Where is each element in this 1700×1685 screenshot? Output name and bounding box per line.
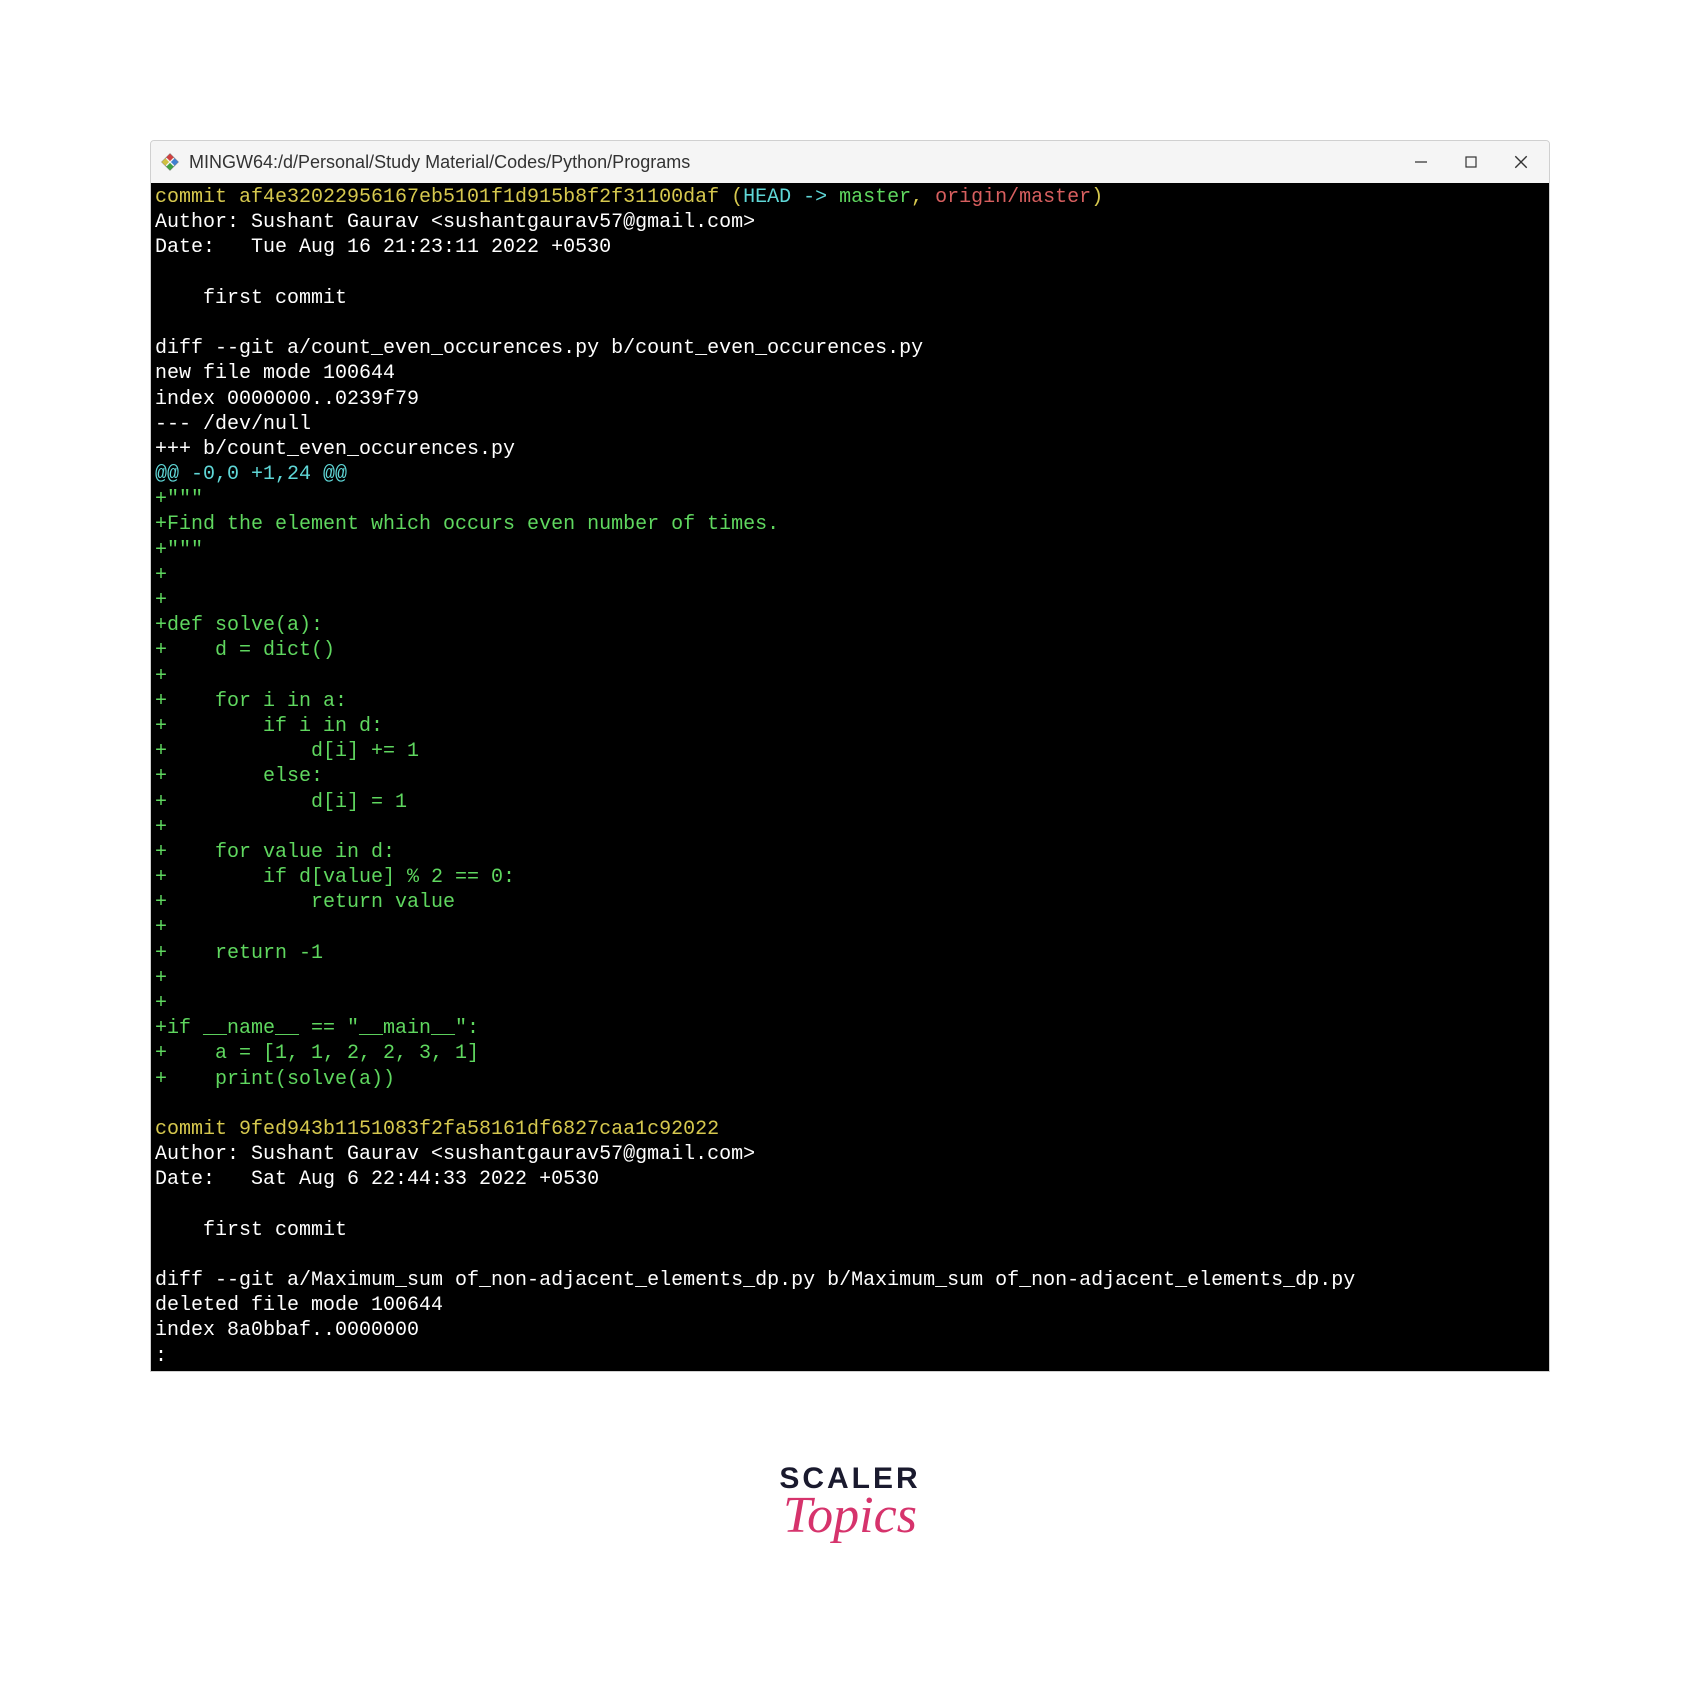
pager-prompt: : bbox=[155, 1345, 167, 1368]
diff-add: + bbox=[155, 967, 167, 990]
titlebar: MINGW64:/d/Personal/Study Material/Codes… bbox=[151, 141, 1549, 183]
diff-add: + d = dict() bbox=[155, 639, 335, 662]
terminal-window: MINGW64:/d/Personal/Study Material/Codes… bbox=[150, 140, 1550, 1372]
commit-msg: first commit bbox=[155, 287, 347, 310]
minimize-button[interactable] bbox=[1411, 152, 1431, 172]
diff-add: + bbox=[155, 916, 167, 939]
diff-add: + bbox=[155, 564, 167, 587]
diff-add: + print(solve(a)) bbox=[155, 1068, 395, 1091]
diff-add: + for value in d: bbox=[155, 841, 395, 864]
commit-line: commit 9fed943b1151083f2fa58161df6827caa… bbox=[155, 1118, 719, 1141]
author-line: Author: Sushant Gaurav <sushantgaurav57@… bbox=[155, 211, 755, 234]
diff-header: diff --git a/Maximum_sum of_non-adjacent… bbox=[155, 1269, 1355, 1292]
diff-header: diff --git a/count_even_occurences.py b/… bbox=[155, 337, 923, 360]
ref-close: ) bbox=[1091, 186, 1103, 209]
diff-add: +def solve(a): bbox=[155, 614, 323, 637]
diff-add: + if i in d: bbox=[155, 715, 383, 738]
diff-index: index 0000000..0239f79 bbox=[155, 388, 419, 411]
app-icon bbox=[159, 151, 181, 173]
close-button[interactable] bbox=[1511, 152, 1531, 172]
window-title: MINGW64:/d/Personal/Study Material/Codes… bbox=[189, 152, 1411, 173]
commit-line: commit af4e32022956167eb5101f1d915b8f2f3… bbox=[155, 186, 743, 209]
diff-add: +Find the element which occurs even numb… bbox=[155, 513, 779, 536]
head-ref: HEAD -> bbox=[743, 186, 839, 209]
date-line: Date: Tue Aug 16 21:23:11 2022 +0530 bbox=[155, 236, 611, 259]
diff-add: + return value bbox=[155, 891, 455, 914]
commit-msg: first commit bbox=[155, 1219, 347, 1242]
diff-add: + if d[value] % 2 == 0: bbox=[155, 866, 515, 889]
diff-add: + bbox=[155, 816, 167, 839]
branch-master: master bbox=[839, 186, 911, 209]
terminal-content[interactable]: commit af4e32022956167eb5101f1d915b8f2f3… bbox=[151, 183, 1549, 1371]
diff-index: index 8a0bbaf..0000000 bbox=[155, 1319, 419, 1342]
author-line: Author: Sushant Gaurav <sushantgaurav57@… bbox=[155, 1143, 755, 1166]
logo-topics-text: Topics bbox=[779, 1486, 920, 1545]
diff-add: + bbox=[155, 665, 167, 688]
diff-to: +++ b/count_even_occurences.py bbox=[155, 438, 515, 461]
diff-add: + bbox=[155, 589, 167, 612]
diff-add: + d[i] += 1 bbox=[155, 740, 419, 763]
diff-add: + a = [1, 1, 2, 2, 3, 1] bbox=[155, 1042, 479, 1065]
scaler-logo: SCALER Topics bbox=[779, 1462, 920, 1545]
origin-master: origin/master bbox=[935, 186, 1091, 209]
maximize-button[interactable] bbox=[1461, 152, 1481, 172]
diff-add: +""" bbox=[155, 539, 203, 562]
diff-add: + else: bbox=[155, 765, 323, 788]
diff-from: --- /dev/null bbox=[155, 413, 311, 436]
diff-hunk: @@ -0,0 +1,24 @@ bbox=[155, 463, 347, 486]
diff-add: + d[i] = 1 bbox=[155, 791, 407, 814]
diff-add: +if __name__ == "__main__": bbox=[155, 1017, 479, 1040]
diff-add: + bbox=[155, 992, 167, 1015]
ref-sep: , bbox=[911, 186, 935, 209]
diff-add: + for i in a: bbox=[155, 690, 347, 713]
diff-add: + return -1 bbox=[155, 942, 323, 965]
diff-mode: deleted file mode 100644 bbox=[155, 1294, 443, 1317]
diff-add: +""" bbox=[155, 488, 203, 511]
diff-mode: new file mode 100644 bbox=[155, 362, 395, 385]
window-controls bbox=[1411, 152, 1541, 172]
date-line: Date: Sat Aug 6 22:44:33 2022 +0530 bbox=[155, 1168, 599, 1191]
